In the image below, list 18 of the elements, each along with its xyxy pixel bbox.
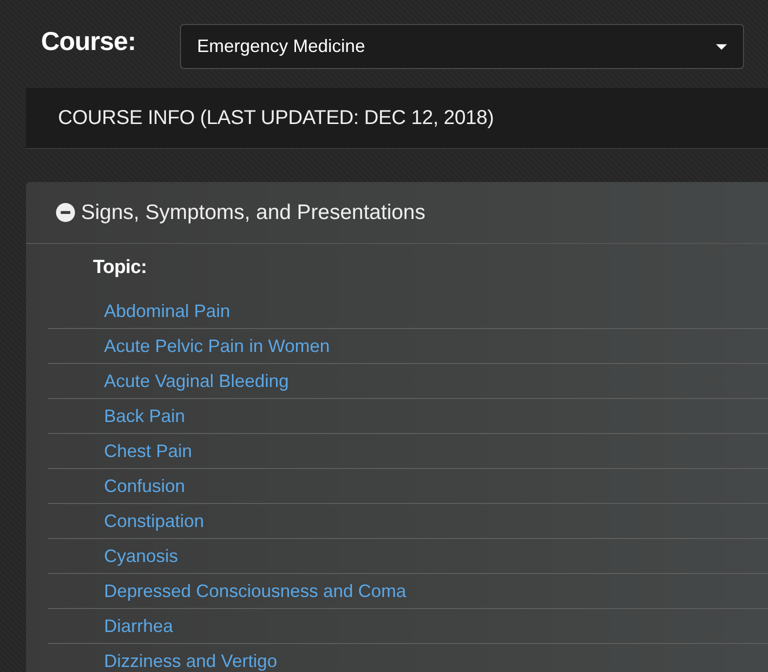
course-info-title: COURSE INFO (LAST UPDATED: DEC 12, 2018) xyxy=(58,106,494,130)
course-label: Course: xyxy=(41,25,137,57)
topic-link[interactable]: Cyanosis xyxy=(104,546,178,566)
topic-link[interactable]: Back Pain xyxy=(104,406,186,426)
topic-link[interactable]: Dizziness and Vertigo xyxy=(104,650,278,672)
topic-link[interactable]: Diarrhea xyxy=(104,616,174,636)
topic-link[interactable]: Chest Pain xyxy=(104,440,192,462)
topic-label: Topic: xyxy=(92,256,148,280)
course-select[interactable]: Emergency Medicine xyxy=(180,24,744,69)
accordion-header[interactable]: Signs, Symptoms, and Presentations xyxy=(26,182,768,244)
topic-link[interactable]: Abdominal Pain xyxy=(104,300,230,322)
topic-link[interactable]: Confusion xyxy=(104,476,186,496)
caret-icon xyxy=(716,44,727,50)
topic-link[interactable]: Depressed Consciousness and Coma xyxy=(104,580,406,602)
topic-link[interactable]: Acute Pelvic Pain in Women xyxy=(104,336,330,356)
minus-circle-icon xyxy=(56,203,75,222)
topic-link[interactable]: Constipation xyxy=(104,510,204,532)
topic-link[interactable]: Acute Vaginal Bleeding xyxy=(104,370,289,392)
